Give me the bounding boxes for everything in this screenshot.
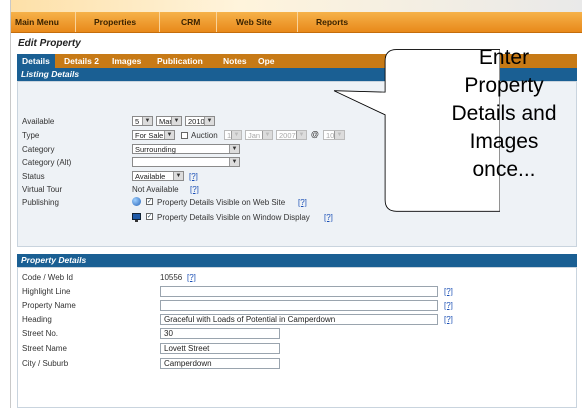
nav-separator bbox=[297, 12, 298, 32]
publish-window-label: Property Details Visible on Window Displ… bbox=[157, 213, 310, 222]
globe-icon bbox=[132, 197, 141, 206]
nav-properties[interactable]: Properties bbox=[94, 17, 136, 27]
callout-line: Property bbox=[464, 74, 544, 97]
nav-main-menu[interactable]: Main Menu bbox=[15, 17, 59, 27]
tab-open[interactable]: Ope bbox=[253, 54, 280, 68]
status-select[interactable]: Available ▼ bbox=[132, 171, 184, 181]
nav-separator bbox=[159, 12, 160, 32]
auction-label: Auction bbox=[191, 131, 218, 140]
nav-separator bbox=[75, 12, 76, 32]
code-label: Code / Web Id bbox=[22, 273, 73, 282]
virtual-tour-help-link[interactable]: [?] bbox=[190, 185, 199, 194]
available-year-select[interactable]: 2010 ▼ bbox=[185, 116, 215, 126]
publish-web-checkbox[interactable]: ✓ bbox=[146, 198, 153, 205]
publishing-label: Publishing bbox=[22, 198, 59, 207]
publish-window-checkbox[interactable]: ✓ bbox=[146, 213, 153, 220]
property-details-panel: Code / Web Id 10556 [?] Highlight Line [… bbox=[17, 267, 577, 408]
status-label: Status bbox=[22, 172, 45, 181]
virtual-tour-value: Not Available bbox=[132, 185, 179, 194]
status-help-link[interactable]: [?] bbox=[189, 172, 198, 181]
type-label: Type bbox=[22, 131, 40, 140]
type-value: For Sale bbox=[135, 131, 164, 140]
heading-label: Heading bbox=[22, 315, 52, 324]
status-value: Available bbox=[135, 172, 166, 181]
available-label: Available bbox=[22, 117, 55, 126]
page-title: Edit Property bbox=[18, 38, 81, 49]
chevron-down-icon: ▼ bbox=[164, 131, 174, 139]
highlight-input[interactable] bbox=[160, 286, 438, 297]
chevron-down-icon: ▼ bbox=[171, 117, 181, 125]
category-label: Category bbox=[22, 145, 55, 154]
callout-line: once... bbox=[472, 158, 536, 181]
auction-month-value: Jan bbox=[248, 131, 261, 140]
chevron-down-icon: ▼ bbox=[142, 117, 152, 125]
callout-line: Images bbox=[469, 130, 539, 153]
available-day-value: 5 bbox=[135, 117, 140, 126]
publish-web-label: Property Details Visible on Web Site bbox=[157, 198, 286, 207]
category-alt-select[interactable]: ▼ bbox=[132, 157, 240, 167]
nav-web-site[interactable]: Web Site bbox=[236, 17, 272, 27]
highlight-label: Highlight Line bbox=[22, 287, 71, 296]
highlight-help-link[interactable]: [?] bbox=[444, 287, 453, 296]
tab-details-2[interactable]: Details 2 bbox=[59, 54, 104, 68]
street-name-input[interactable]: Lovett Street bbox=[160, 343, 280, 354]
chevron-down-icon: ▼ bbox=[173, 172, 183, 180]
auction-checkbox[interactable]: ✓ bbox=[181, 132, 188, 139]
chevron-down-icon: ▼ bbox=[231, 131, 241, 139]
chevron-down-icon: ▼ bbox=[204, 117, 214, 125]
category-select[interactable]: Surrounding ▼ bbox=[132, 144, 240, 154]
category-value: Surrounding bbox=[135, 145, 176, 154]
street-no-label: Street No. bbox=[22, 329, 59, 338]
callout-line: Enter bbox=[478, 46, 530, 69]
property-name-label: Property Name bbox=[22, 301, 76, 310]
property-details-header: Property Details bbox=[17, 254, 577, 267]
tab-details[interactable]: Details bbox=[17, 54, 55, 68]
tab-notes[interactable]: Notes bbox=[218, 54, 252, 68]
category-alt-label: Category (Alt) bbox=[22, 158, 72, 167]
callout-line: Details and bbox=[451, 102, 557, 125]
city-input[interactable]: Camperdown bbox=[160, 358, 280, 369]
code-help-link[interactable]: [?] bbox=[187, 273, 196, 282]
tab-publication[interactable]: Publication bbox=[152, 54, 208, 68]
heading-input[interactable]: Graceful with Loads of Potential in Camp… bbox=[160, 314, 438, 325]
chevron-down-icon: ▼ bbox=[262, 131, 272, 139]
callout-text: Enter Property Details and Images once..… bbox=[404, 44, 582, 184]
available-year-value: 2010 bbox=[188, 117, 205, 126]
available-day-select[interactable]: 5 ▼ bbox=[132, 116, 153, 126]
city-label: City / Suburb bbox=[22, 359, 69, 368]
auction-year-value: 2007 bbox=[279, 131, 296, 140]
street-name-label: Street Name bbox=[22, 344, 67, 353]
header-banner bbox=[11, 0, 582, 12]
property-name-input[interactable] bbox=[160, 300, 438, 311]
available-month-select[interactable]: Mar ▼ bbox=[156, 116, 182, 126]
code-value: 10556 bbox=[160, 273, 183, 282]
monitor-icon bbox=[132, 213, 141, 222]
chevron-down-icon: ▼ bbox=[229, 145, 239, 153]
auction-month-select[interactable]: Jan ▼ bbox=[245, 130, 273, 140]
type-select[interactable]: For Sale ▼ bbox=[132, 130, 175, 140]
auction-day-select[interactable]: 1 ▼ bbox=[224, 130, 242, 140]
chevron-down-icon: ▼ bbox=[229, 158, 239, 166]
nav-crm[interactable]: CRM bbox=[181, 17, 200, 27]
nav-separator bbox=[216, 12, 217, 32]
virtual-tour-label: Virtual Tour bbox=[22, 185, 63, 194]
heading-help-link[interactable]: [?] bbox=[444, 315, 453, 324]
street-no-input[interactable]: 30 bbox=[160, 328, 280, 339]
available-month-value: Mar bbox=[159, 117, 172, 126]
property-name-help-link[interactable]: [?] bbox=[444, 301, 453, 310]
tab-images[interactable]: Images bbox=[107, 54, 146, 68]
